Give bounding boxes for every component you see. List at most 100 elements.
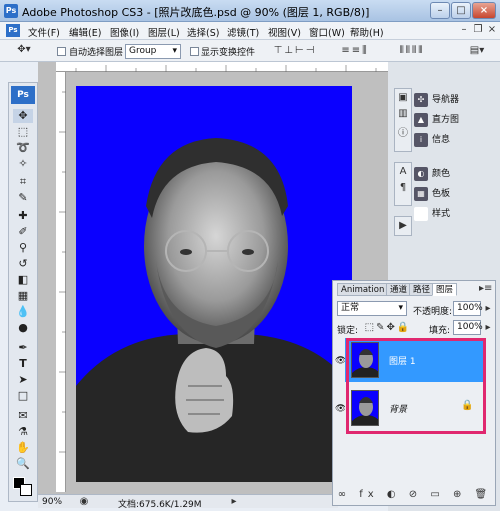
layer-1-visibility-eye-icon[interactable]: 👁	[335, 356, 346, 366]
dock-group-actions: ▶	[394, 216, 412, 236]
workspace-icon[interactable]: ▤▾	[462, 45, 492, 56]
tab-paths[interactable]: 路径	[409, 283, 435, 296]
info-dock-icon[interactable]: ⓘ	[395, 124, 411, 139]
slice-tool-icon[interactable]: ✎	[13, 191, 33, 205]
photoshop-logo-icon: Ps	[4, 4, 18, 18]
auto-select-checkbox[interactable]	[57, 47, 66, 56]
navigator-dock-icon[interactable]: ▣	[395, 92, 411, 103]
tab-layers[interactable]: 图层	[432, 283, 458, 296]
minimize-button[interactable]: –	[430, 2, 450, 19]
navigator-icon: ✣	[414, 92, 428, 107]
menu-layer[interactable]: 图层(L)	[148, 25, 180, 39]
dock-group-color: A ¶	[394, 162, 412, 206]
zoom-readout[interactable]: 90%	[42, 497, 62, 507]
panel-styles[interactable]: 样式	[414, 206, 450, 224]
info-icon: i	[414, 132, 428, 147]
dock-group-navigator: ▣ ▥ ⓘ	[394, 88, 412, 152]
chevron-down-icon: ▾	[398, 303, 403, 313]
brush-tool-icon[interactable]: ✐	[13, 225, 33, 239]
lock-icons[interactable]: ⬚✎✥🔒	[363, 322, 413, 333]
document-canvas[interactable]	[76, 86, 352, 482]
lock-label: 锁定:	[337, 326, 359, 336]
toolbox: Ps ✥ ⬚ ➰ ✧ ⌗ ✎ ✚ ✐ ⚲ ↺ ◧ ▦ 💧 ● ✒ T ➤ □ ✉…	[8, 82, 38, 502]
opacity-label: 不透明度:	[413, 307, 453, 317]
history-brush-icon[interactable]: ↺	[13, 257, 33, 271]
paragraph-dock-icon[interactable]: ¶	[395, 182, 411, 193]
blend-mode-dropdown[interactable]: 正常 ▾	[337, 301, 407, 316]
panel-navigator[interactable]: ✣ 导航器	[414, 92, 459, 110]
show-transform-checkbox[interactable]	[190, 47, 199, 56]
background-visibility-eye-icon[interactable]: 👁	[335, 404, 346, 414]
app-menu-icon[interactable]: Ps	[6, 24, 20, 37]
minimize-doc-icon[interactable]: –	[458, 24, 470, 35]
panel-swatches[interactable]: ▦ 色板	[414, 186, 450, 204]
fill-label: 填充:	[429, 326, 451, 336]
gradient-tool-icon[interactable]: ▦	[13, 289, 33, 303]
opacity-input[interactable]: 100%	[453, 301, 483, 316]
zoom-tool-icon[interactable]: 🔍	[13, 457, 33, 471]
dodge-tool-icon[interactable]: ●	[13, 321, 33, 335]
distribute-icons[interactable]: ≡≡⫼	[330, 45, 380, 56]
maximize-button[interactable]: □	[451, 2, 471, 19]
ruler-ticks-v	[59, 91, 66, 453]
notes-tool-icon[interactable]: ✉	[13, 409, 33, 423]
portrait-photo	[76, 138, 352, 482]
fill-arrow-icon[interactable]: ▸	[483, 322, 493, 333]
auto-select-dropdown[interactable]: Group ▾	[125, 44, 181, 59]
menu-image[interactable]: 图像(I)	[110, 25, 139, 39]
hand-tool-icon[interactable]: ✋	[13, 441, 33, 455]
ruler-ticks-h	[75, 65, 377, 72]
healing-brush-icon[interactable]: ✚	[13, 209, 33, 223]
restore-doc-icon[interactable]: ❐	[472, 24, 484, 35]
menu-file[interactable]: 文件(F)	[28, 25, 60, 39]
status-bar: 90% ◉ 文档:675.6K/1.29M ▸	[38, 494, 338, 510]
move-tool-icon[interactable]: ✥	[13, 109, 33, 123]
distribute-more-icons[interactable]: ⫴⫴⫴⫴	[382, 45, 442, 56]
eyedropper-icon[interactable]: ⚗	[13, 425, 33, 439]
menu-help[interactable]: 帮助(H)	[350, 25, 384, 39]
options-bar: ✥▾ 自动选择图层 Group ▾ 显示变换控件 ⊤⊥⊢⊣ ≡≡⫼ ⫴⫴⫴⫴ ▤▾	[0, 40, 500, 62]
actions-dock-icon[interactable]: ▶	[395, 220, 411, 231]
color-icon: ◐	[414, 166, 428, 181]
panel-info[interactable]: i 信息	[414, 132, 450, 150]
panel-histogram[interactable]: ▲ 直方图	[414, 112, 459, 130]
character-dock-icon[interactable]: A	[395, 166, 411, 177]
styles-icon	[414, 206, 428, 221]
document-info: 文档:675.6K/1.29M	[118, 500, 202, 510]
status-arrow-icon[interactable]: ▸	[228, 496, 240, 507]
chevron-down-icon: ▾	[172, 46, 177, 56]
close-button[interactable]: ×	[472, 2, 496, 19]
eraser-tool-icon[interactable]: ◧	[13, 273, 33, 287]
align-icons[interactable]: ⊤⊥⊢⊣	[265, 45, 325, 56]
menu-view[interactable]: 视图(V)	[268, 25, 301, 39]
marquee-tool-icon[interactable]: ⬚	[13, 125, 33, 139]
status-menu-icon[interactable]: ◉	[78, 496, 90, 507]
clone-stamp-icon[interactable]: ⚲	[13, 241, 33, 255]
crop-tool-icon[interactable]: ⌗	[13, 175, 33, 189]
annotation-highlight-box	[346, 338, 486, 434]
shape-tool-icon[interactable]: □	[13, 389, 33, 403]
fill-input[interactable]: 100%	[453, 320, 483, 335]
menu-filter[interactable]: 滤镜(T)	[227, 25, 259, 39]
magic-wand-icon[interactable]: ✧	[13, 157, 33, 171]
blur-tool-icon[interactable]: 💧	[13, 305, 33, 319]
tab-animation[interactable]: Animation	[337, 283, 389, 296]
menu-window[interactable]: 窗口(W)	[309, 25, 345, 39]
opacity-arrow-icon[interactable]: ▸	[483, 303, 493, 314]
type-tool-icon[interactable]: T	[13, 357, 33, 371]
close-doc-icon[interactable]: ×	[486, 24, 498, 35]
histogram-dock-icon[interactable]: ▥	[395, 108, 411, 119]
layers-bottom-toolbar[interactable]: ∞ fx ◐ ⊘ ▭ ⊕ 🗑	[337, 489, 493, 500]
background-color-swatch[interactable]	[20, 484, 32, 496]
menu-bar: Ps 文件(F) 编辑(E) 图像(I) 图层(L) 选择(S) 滤镜(T) 视…	[0, 22, 500, 40]
path-selection-icon[interactable]: ➤	[13, 373, 33, 387]
lasso-tool-icon[interactable]: ➰	[13, 141, 33, 155]
panel-menu-icon[interactable]: ▸≡	[479, 283, 492, 294]
photoshop-toolbox-logo: Ps	[11, 86, 35, 104]
move-tool-icon[interactable]: ✥▾	[14, 44, 34, 55]
menu-edit[interactable]: 编辑(E)	[69, 25, 101, 39]
menu-select[interactable]: 选择(S)	[187, 25, 219, 39]
panel-color[interactable]: ◐ 颜色	[414, 166, 450, 184]
pen-tool-icon[interactable]: ✒	[13, 341, 33, 355]
tab-channels[interactable]: 通道	[386, 283, 412, 296]
